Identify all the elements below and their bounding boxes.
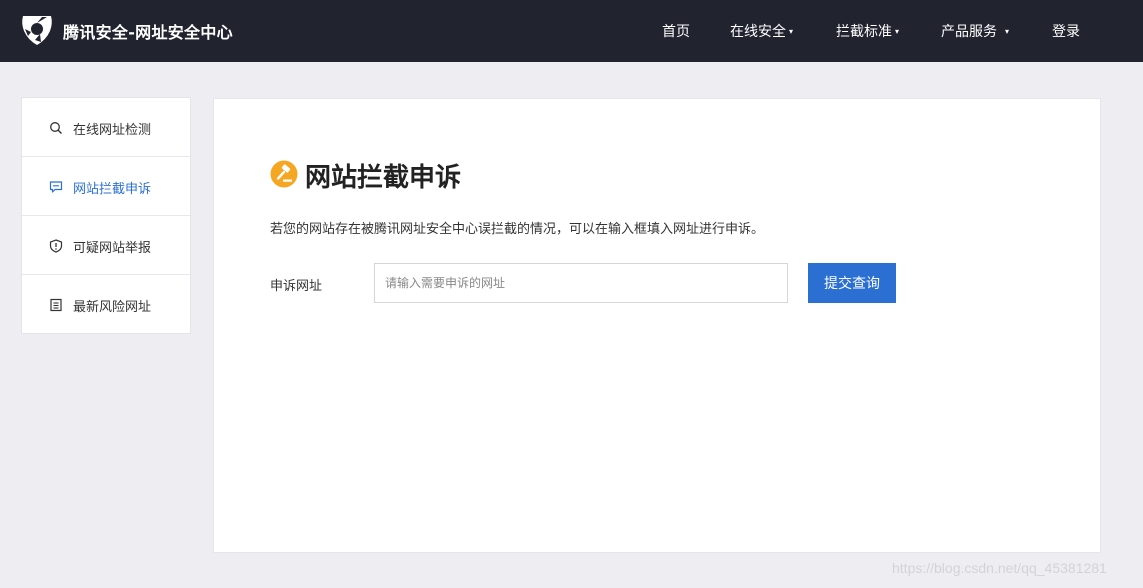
appeal-panel: 网站拦截申诉 若您的网站存在被腾讯网址安全中心误拦截的情况，可以在输入框填入网址… — [213, 98, 1101, 553]
shield-icon — [49, 239, 63, 253]
appeal-url-input[interactable] — [374, 263, 788, 303]
nav-login[interactable]: 登录 — [1052, 21, 1080, 41]
top-navigation-bar: 腾讯安全-网址安全中心 首页 在线安全 ▾ 拦截标准 ▾ 产品服务 ▾ 登录 — [0, 0, 1143, 62]
watermark-text: https://blog.csdn.net/qq_45381281 — [892, 560, 1107, 576]
tencent-security-logo-icon[interactable] — [20, 13, 54, 47]
sidebar-item-label: 可疑网站举报 — [73, 241, 152, 256]
nav-home-label: 首页 — [662, 24, 690, 40]
sidebar-item-report-suspicious[interactable]: 可疑网站举报 — [22, 216, 190, 275]
nav-online-security[interactable]: 在线安全 ▾ — [730, 21, 793, 41]
sidebar-item-label: 在线网址检测 — [73, 123, 152, 138]
nav-block-standard-label: 拦截标准 — [836, 24, 892, 40]
nav-product-service-label: 产品服务 — [941, 24, 997, 40]
document-icon — [50, 298, 62, 312]
caret-down-icon: ▾ — [789, 27, 794, 36]
gavel-icon — [270, 160, 298, 188]
nav-block-standard[interactable]: 拦截标准 ▾ — [836, 21, 899, 41]
sidebar-item-block-appeal[interactable]: 网站拦截申诉 — [22, 157, 190, 216]
page-title: 网站拦截申诉 — [305, 163, 462, 193]
caret-down-icon: ▾ — [1005, 27, 1010, 36]
sidebar-menu: 在线网址检测 网站拦截申诉 可疑网站举报 最新风险网址 — [21, 97, 191, 334]
appeal-description: 若您的网站存在被腾讯网址安全中心误拦截的情况，可以在输入框填入网址进行申诉。 — [270, 222, 765, 237]
sidebar-item-url-check[interactable]: 在线网址检测 — [22, 98, 190, 157]
nav-login-label: 登录 — [1052, 24, 1080, 40]
caret-down-icon: ▾ — [895, 27, 900, 36]
sidebar-item-label: 网站拦截申诉 — [73, 182, 152, 197]
appeal-url-label: 申诉网址 — [270, 279, 323, 294]
submit-query-button[interactable]: 提交查询 — [808, 263, 896, 303]
nav-online-security-label: 在线安全 — [730, 24, 786, 40]
nav-home[interactable]: 首页 — [662, 21, 690, 41]
search-icon — [50, 122, 62, 134]
chat-icon — [49, 181, 63, 193]
sidebar-item-latest-risk[interactable]: 最新风险网址 — [22, 275, 190, 334]
nav-product-service[interactable]: 产品服务 ▾ — [941, 21, 1009, 41]
brand-title[interactable]: 腾讯安全-网址安全中心 — [63, 19, 233, 43]
sidebar-item-label: 最新风险网址 — [73, 300, 152, 315]
